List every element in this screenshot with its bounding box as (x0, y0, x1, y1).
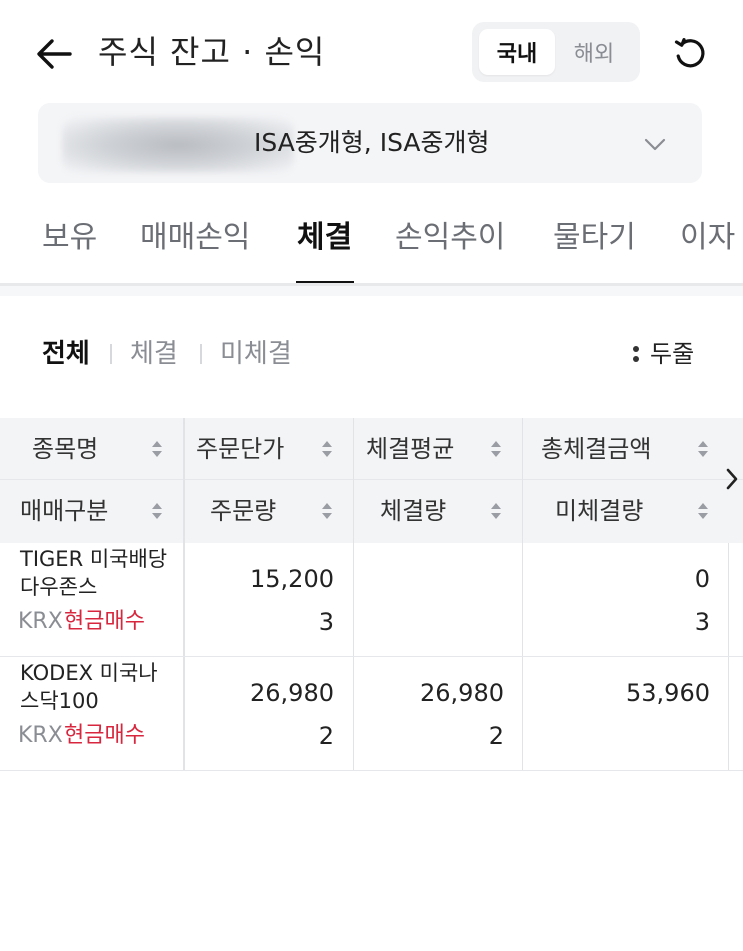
sort-icon (322, 441, 332, 457)
stock-name: TIGER 미국배당다우존스 (20, 547, 168, 599)
trade-type-label: 현금매수 (64, 609, 145, 634)
sort-icon (152, 503, 162, 519)
stock-name: KODEX 미국나스닥100 (20, 661, 158, 713)
two-line-view-toggle[interactable]: 두줄 (632, 336, 694, 372)
tab-holdings[interactable]: 보유 (42, 218, 97, 258)
market-label: KRX (18, 609, 63, 634)
table-row[interactable]: KODEX 미국나스닥100 KRX 현금매수 26,980 2 26,980 … (0, 657, 743, 771)
back-button[interactable] (34, 34, 74, 74)
col-header-total-fill-amount[interactable]: 총체결금액 (523, 418, 723, 480)
region-option-overseas[interactable]: 해외 (556, 29, 632, 75)
col-header-unfilled-qty[interactable]: 미체결량 (523, 480, 723, 542)
sort-icon (491, 441, 501, 457)
sort-icon (152, 441, 162, 457)
filter-divider (110, 344, 112, 364)
refresh-button[interactable] (670, 34, 710, 74)
sort-icon (491, 503, 501, 519)
market-label: KRX (18, 723, 63, 748)
filter-unexecuted[interactable]: 미체결 (220, 336, 292, 372)
table-row[interactable]: TIGER 미국배당다우존스 KRX 현금매수 15,200 3 0 3 (0, 543, 743, 657)
page-title: 주식 잔고 · 손익 (98, 33, 326, 71)
order-price: 26,980 (250, 679, 334, 707)
back-arrow-icon (37, 39, 72, 69)
tab-trading-pnl[interactable]: 매매손익 (140, 218, 250, 258)
header-row-divider (0, 479, 743, 480)
two-line-label: 두줄 (650, 340, 695, 368)
col-header-stock-name[interactable]: 종목명 (0, 418, 184, 480)
col-header-trade-type[interactable]: 매매구분 (0, 480, 184, 542)
trade-type-label: 현금매수 (64, 723, 145, 748)
account-name: ISA중개형, ISA중개형 (254, 128, 490, 157)
refresh-icon (674, 38, 705, 68)
sort-icon (698, 503, 708, 519)
avg-fill-price: 26,980 (420, 679, 504, 707)
active-tab-indicator (296, 281, 354, 283)
table-header: 종목명 주문단가 체결평균 총체결금액 매매구분 주문량 체결량 미체결량 (0, 418, 743, 543)
filter-all[interactable]: 전체 (42, 336, 90, 372)
total-fill-amount: 53,960 (626, 679, 710, 707)
unfilled-qty: 3 (694, 608, 710, 636)
more-options-icon (632, 345, 640, 363)
tab-bar: 보유 매매손익 체결 손익추이 물타기 이자 (0, 200, 743, 286)
filter-executed[interactable]: 체결 (130, 336, 178, 372)
filter-divider (200, 344, 202, 364)
execution-filter-bar: 전체 체결 미체결 두줄 (0, 330, 743, 378)
chevron-down-icon (644, 138, 666, 151)
region-toggle[interactable]: 국내 해외 (472, 22, 640, 82)
col-header-avg-fill-price[interactable]: 체결평균 (354, 418, 523, 480)
tab-interest[interactable]: 이자 (680, 218, 735, 258)
col-header-order-qty[interactable]: 주문량 (184, 480, 354, 542)
chevron-right-icon[interactable] (722, 464, 742, 494)
account-selector[interactable]: ISA중개형, ISA중개형 (38, 103, 702, 183)
region-option-domestic[interactable]: 국내 (479, 29, 555, 75)
section-divider (0, 286, 743, 296)
tab-averaging-down[interactable]: 물타기 (553, 218, 636, 258)
sort-icon (322, 503, 332, 519)
top-app-bar: 주식 잔고 · 손익 국내 해외 (0, 0, 743, 104)
fill-qty: 2 (488, 722, 504, 750)
col-header-fill-qty[interactable]: 체결량 (354, 480, 523, 542)
total-fill-amount: 0 (694, 565, 710, 593)
col-header-order-price[interactable]: 주문단가 (184, 418, 354, 480)
sort-icon (698, 441, 708, 457)
tab-pnl-trend[interactable]: 손익추이 (395, 218, 505, 258)
tab-executions[interactable]: 체결 (297, 218, 352, 258)
order-price: 15,200 (250, 565, 334, 593)
order-qty: 3 (318, 608, 334, 636)
order-qty: 2 (318, 722, 334, 750)
